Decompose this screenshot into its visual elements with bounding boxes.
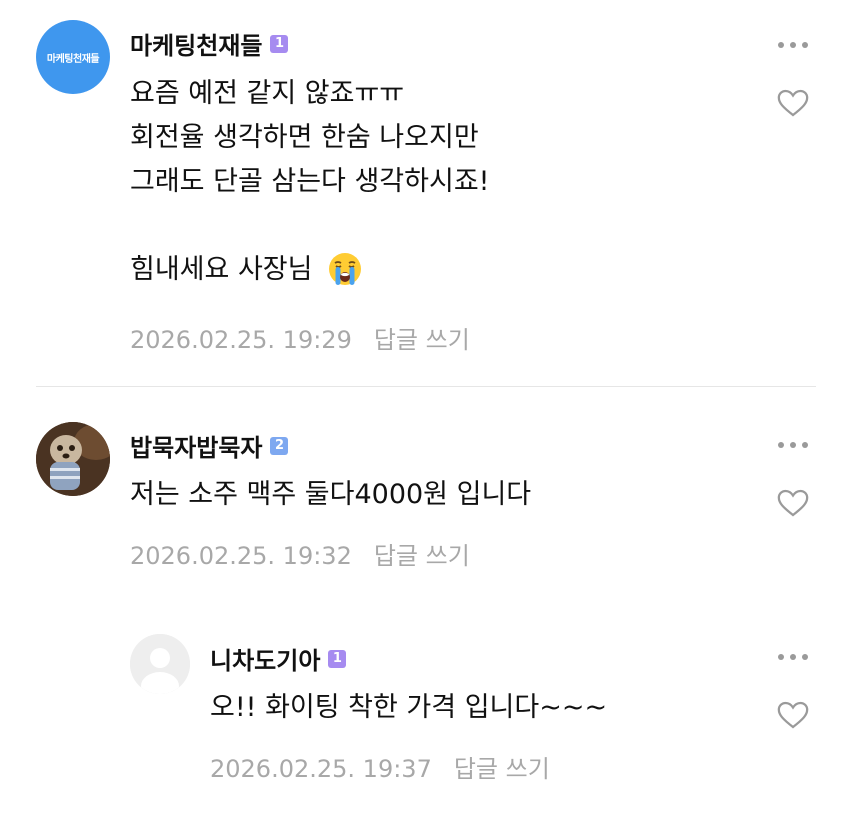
heart-icon[interactable] xyxy=(776,698,810,732)
heart-icon[interactable] xyxy=(776,86,810,120)
avatar[interactable]: 마케팅천재들 xyxy=(36,20,110,94)
level-badge: 1 xyxy=(328,649,347,668)
comment-body: 오!! 화이팅 착한 가격 입니다~~~ xyxy=(210,686,607,730)
avatar-text: 마케팅천재들 xyxy=(46,53,100,65)
reply-button[interactable]: 답글 쓰기 xyxy=(454,755,550,783)
timestamp: 2026.02.25. 19:32 xyxy=(130,542,352,570)
timestamp: 2026.02.25. 19:29 xyxy=(130,326,352,354)
avatar[interactable] xyxy=(36,422,110,496)
comment-meta: 2026.02.25. 19:32 답글 쓰기 xyxy=(130,536,470,571)
comment-author[interactable]: 마케팅천재들 1 xyxy=(130,26,289,61)
comment-line: 그래도 단골 삼는다 생각하시죠! xyxy=(130,166,490,197)
comment-body: 요즘 예전 같지 않죠ㅠㅠ 회전율 생각하면 한숨 나오지만 그래도 단골 삼는… xyxy=(130,72,490,292)
comment-meta: 2026.02.25. 19:37 답글 쓰기 xyxy=(210,749,550,784)
default-avatar-icon xyxy=(130,634,190,694)
more-options-icon[interactable] xyxy=(778,654,808,662)
comment-body: 저는 소주 맥주 둘다4000원 입니다 xyxy=(130,473,531,517)
level-badge: 1 xyxy=(270,34,289,53)
loudly-crying-face-icon xyxy=(329,252,362,285)
comment-line-with-emoji: 힘내세요 사장님 xyxy=(130,248,490,292)
comment-line: 오!! 화이팅 착한 가격 입니다~~~ xyxy=(210,692,608,723)
author-name[interactable]: 니차도기아 xyxy=(210,641,320,676)
avatar[interactable] xyxy=(130,634,190,694)
reply-button[interactable]: 답글 쓰기 xyxy=(374,326,470,354)
comment-line xyxy=(130,204,490,248)
comment-author[interactable]: 밥묵자밥묵자 2 xyxy=(130,428,289,463)
comment-line: 저는 소주 맥주 둘다4000원 입니다 xyxy=(130,479,532,510)
comment-line: 회전율 생각하면 한숨 나오지만 xyxy=(130,122,479,153)
comment-line: 힘내세요 사장님 xyxy=(130,254,313,285)
reply-button[interactable]: 답글 쓰기 xyxy=(374,542,470,570)
heart-icon[interactable] xyxy=(776,486,810,520)
timestamp: 2026.02.25. 19:37 xyxy=(210,755,432,783)
comment-meta: 2026.02.25. 19:29 답글 쓰기 xyxy=(130,320,470,355)
divider xyxy=(36,386,816,387)
author-name[interactable]: 마케팅천재들 xyxy=(130,26,262,61)
level-badge: 2 xyxy=(270,436,289,455)
author-name[interactable]: 밥묵자밥묵자 xyxy=(130,428,262,463)
comment-author[interactable]: 니차도기아 1 xyxy=(210,641,347,676)
more-options-icon[interactable] xyxy=(778,442,808,450)
more-options-icon[interactable] xyxy=(778,42,808,50)
dog-photo-icon xyxy=(36,422,110,496)
comment-line: 요즘 예전 같지 않죠ㅠㅠ xyxy=(130,78,405,109)
